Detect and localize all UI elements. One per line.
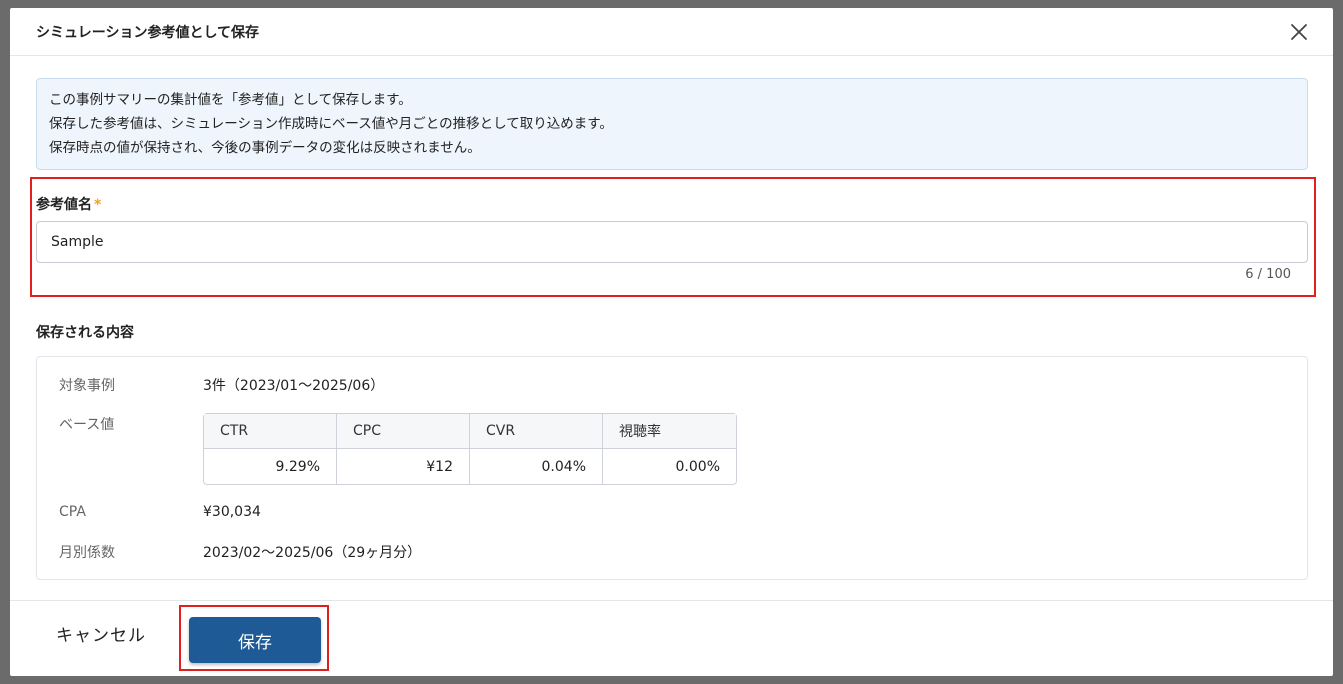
metric-value-cvr: 0.04%: [470, 449, 603, 484]
dialog-footer: キャンセル 保存: [10, 600, 1333, 676]
required-mark: *: [94, 197, 102, 213]
name-field-label: 参考値名 *: [36, 194, 101, 214]
base-metrics-table: CTR CPC CVR 視聴率 9.29% ¥12 0.04% 0.00%: [203, 413, 737, 485]
metric-value-view-rate: 0.00%: [675, 458, 720, 475]
metric-value-ctr: 9.29%: [204, 449, 337, 484]
target-value: 3件（2023/01〜2025/06）: [203, 378, 385, 394]
base-value-label: ベース値: [59, 417, 115, 433]
metric-value-cpc: ¥12: [337, 449, 470, 484]
cpa-label: CPA: [59, 504, 86, 520]
dialog-title: シミュレーション参考値として保存: [36, 25, 260, 41]
save-button[interactable]: 保存: [189, 617, 321, 663]
cpa-value: ¥30,034: [203, 504, 261, 520]
summary-box: 対象事例 3件（2023/01〜2025/06） ベース値 CTR CPC CV…: [36, 356, 1308, 580]
info-line: 保存した参考値は、シミュレーション作成時にベース値や月ごとの推移として取り込めま…: [49, 116, 613, 132]
name-field-label-text: 参考値名: [36, 197, 92, 213]
character-counter: 6 / 100: [1245, 267, 1291, 282]
dialog-header: シミュレーション参考値として保存: [10, 8, 1333, 56]
save-reference-dialog: シミュレーション参考値として保存 この事例サマリーの集計値を「参考値」として保存…: [10, 8, 1333, 676]
target-label: 対象事例: [59, 378, 115, 394]
metric-header-cpc: CPC: [337, 414, 470, 449]
table-header-row: CTR CPC CVR 視聴率: [204, 414, 736, 449]
close-icon[interactable]: [1287, 20, 1311, 44]
table-row: 9.29% ¥12 0.04% 0.00%: [204, 449, 736, 484]
monthly-coefficient-value: 2023/02〜2025/06（29ヶ月分）: [203, 545, 422, 561]
metric-header-view-rate: 視聴率: [603, 414, 736, 449]
reference-name-input[interactable]: [36, 221, 1308, 263]
info-line: 保存時点の値が保持され、今後の事例データの変化は反映されません。: [49, 140, 481, 156]
metric-header-cvr: CVR: [470, 414, 603, 449]
info-line: この事例サマリーの集計値を「参考値」として保存します。: [49, 92, 412, 108]
info-notice: この事例サマリーの集計値を「参考値」として保存します。 保存した参考値は、シミュ…: [36, 78, 1308, 170]
cancel-button[interactable]: キャンセル: [56, 621, 146, 646]
monthly-coefficient-label: 月別係数: [59, 545, 115, 561]
metric-header-ctr: CTR: [204, 414, 337, 449]
summary-section-title: 保存される内容: [36, 325, 134, 341]
